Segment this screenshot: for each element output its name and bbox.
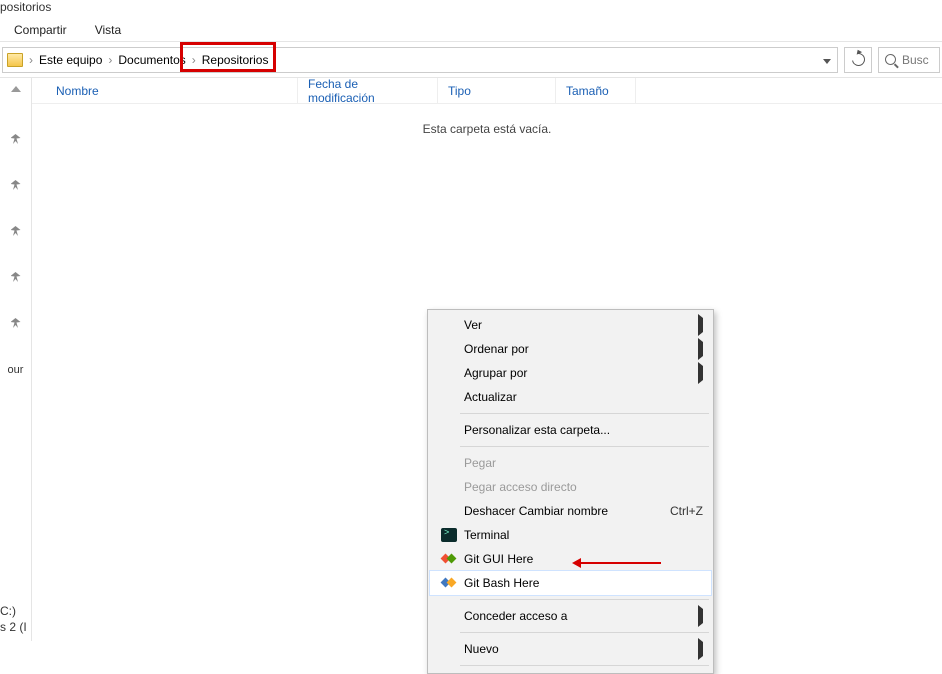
ctx-separator	[460, 632, 709, 633]
chevron-right-icon[interactable]: ›	[190, 53, 198, 67]
search-icon	[885, 54, 896, 65]
ribbon-tab-share[interactable]: Compartir	[14, 23, 67, 37]
chevron-right-icon[interactable]: ›	[106, 53, 114, 67]
ctx-refresh[interactable]: Actualizar	[430, 385, 711, 409]
pin-icon	[11, 318, 21, 328]
nav-drive-c[interactable]: C:)	[0, 603, 32, 619]
ctx-git-bash[interactable]: Git Bash Here	[430, 571, 711, 595]
nav-item-partial[interactable]: our	[8, 364, 24, 376]
crumb-documents[interactable]: Documentos	[114, 53, 189, 67]
ctx-paste-shortcut: Pegar acceso directo	[430, 475, 711, 499]
ctx-undo-rename[interactable]: Deshacer Cambiar nombreCtrl+Z	[430, 499, 711, 523]
ctx-view[interactable]: Ver	[430, 313, 711, 337]
ctx-separator	[460, 446, 709, 447]
crumb-root[interactable]: Este equipo	[35, 53, 106, 67]
ctx-grant-access[interactable]: Conceder acceso a	[430, 604, 711, 628]
pin-icon	[11, 272, 21, 282]
crumb-repositorios[interactable]: Repositorios	[198, 53, 273, 67]
ctx-sort[interactable]: Ordenar por	[430, 337, 711, 361]
git-icon	[442, 576, 456, 590]
chevron-right-icon[interactable]: ›	[27, 53, 35, 67]
pin-icon	[11, 180, 21, 190]
chevron-up-icon[interactable]	[11, 86, 21, 92]
search-placeholder: Busc	[902, 53, 929, 67]
nav-drive-2[interactable]: s 2 (I	[0, 619, 32, 635]
chevron-right-icon	[698, 609, 703, 623]
search-input[interactable]: Busc	[878, 47, 940, 73]
chevron-right-icon	[698, 318, 703, 332]
col-header-modified[interactable]: Fecha de modificación	[298, 78, 438, 103]
chevron-right-icon	[698, 366, 703, 380]
ctx-git-gui[interactable]: Git GUI Here	[430, 547, 711, 571]
ctx-customize[interactable]: Personalizar esta carpeta...	[430, 418, 711, 442]
column-headers: Nombre Fecha de modificación Tipo Tamaño	[32, 78, 942, 104]
empty-folder-message: Esta carpeta está vacía.	[32, 104, 942, 136]
window-title: positorios	[0, 0, 942, 18]
git-icon	[442, 552, 456, 566]
nav-bottom-partials: C:) s 2 (I	[0, 603, 32, 635]
pin-icon	[11, 226, 21, 236]
ribbon-tabs: Compartir Vista	[0, 18, 942, 42]
col-header-name[interactable]: Nombre	[32, 78, 298, 103]
col-header-size[interactable]: Tamaño	[556, 78, 636, 103]
terminal-icon	[441, 528, 457, 542]
ctx-separator	[460, 413, 709, 414]
ctx-terminal[interactable]: Terminal	[430, 523, 711, 547]
chevron-right-icon	[698, 642, 703, 656]
ctx-separator	[460, 665, 709, 666]
refresh-icon	[849, 50, 867, 68]
ctx-group[interactable]: Agrupar por	[430, 361, 711, 385]
context-menu: Ver Ordenar por Agrupar por Actualizar P…	[427, 309, 714, 674]
refresh-button[interactable]	[844, 47, 872, 73]
annotation-arrow	[581, 562, 661, 564]
ctx-paste: Pegar	[430, 451, 711, 475]
pin-icon	[11, 134, 21, 144]
chevron-down-icon[interactable]	[823, 53, 831, 67]
address-bar-row: › Este equipo › Documentos › Repositorio…	[0, 42, 942, 78]
breadcrumb-bar[interactable]: › Este equipo › Documentos › Repositorio…	[2, 47, 838, 73]
folder-icon	[7, 53, 23, 67]
ctx-separator	[460, 599, 709, 600]
ribbon-tab-view[interactable]: Vista	[95, 23, 121, 37]
nav-pane: our	[0, 78, 32, 641]
col-header-type[interactable]: Tipo	[438, 78, 556, 103]
chevron-right-icon	[698, 342, 703, 356]
